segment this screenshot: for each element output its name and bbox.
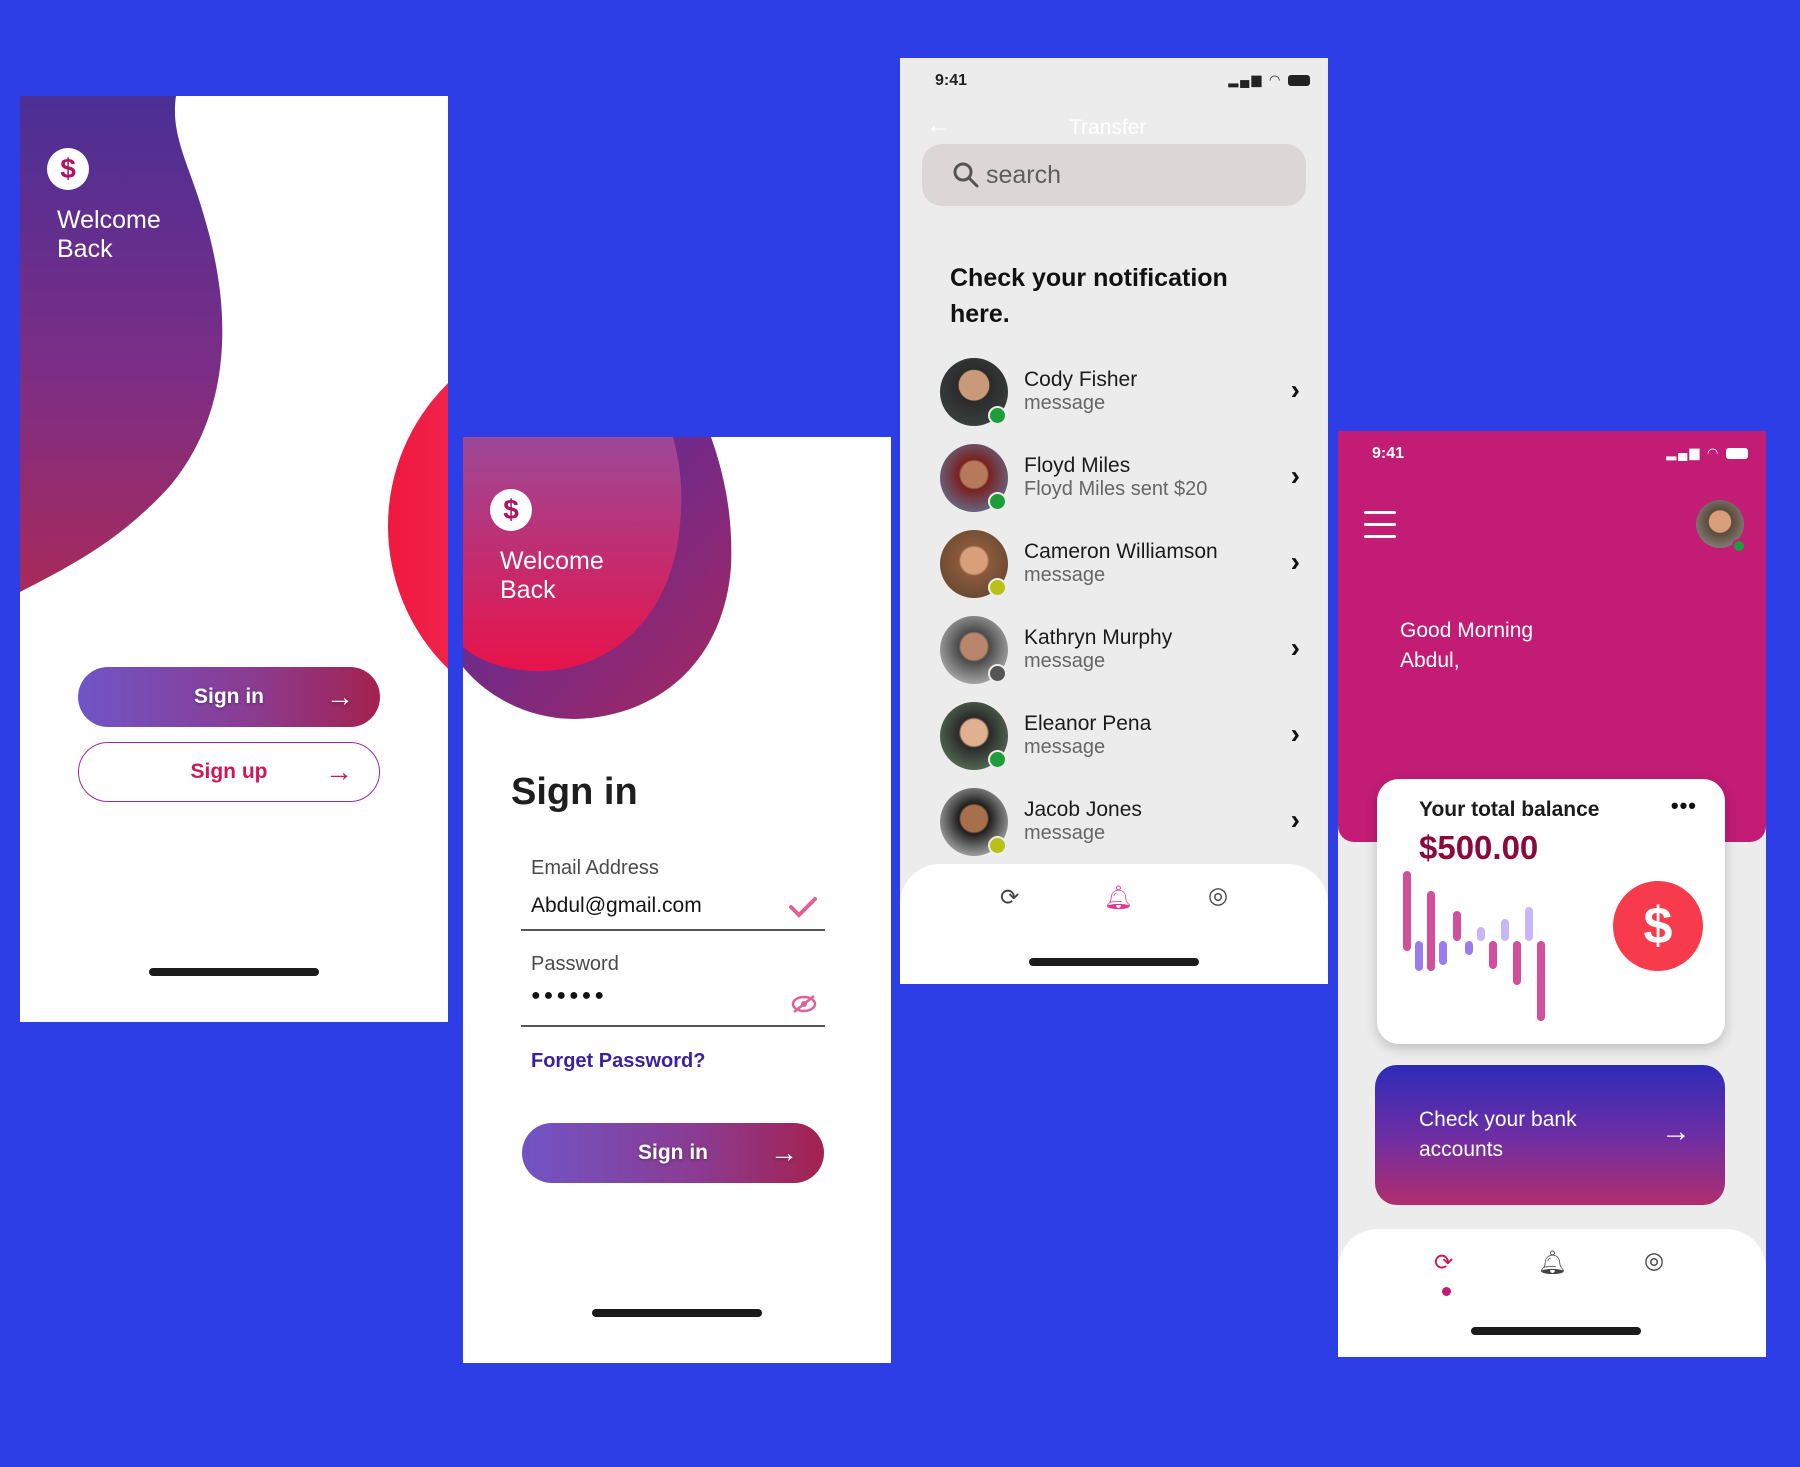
home-indicator	[592, 1309, 762, 1317]
notifications-tab-icon[interactable]: 🔔︎	[1104, 884, 1133, 911]
contact-name: Floyd Miles	[1024, 454, 1131, 477]
welcome-screen: $ Welcome Back Sign in → Sign up →	[20, 96, 448, 1022]
chevron-right-icon: ›	[1290, 632, 1300, 663]
sign-in-label: Sign in	[194, 685, 264, 708]
contact-message: Floyd Miles sent $20	[1024, 478, 1208, 500]
status-icons: ▂▄▆ ◠	[1666, 445, 1748, 461]
contact-name: Cody Fisher	[1024, 368, 1138, 391]
dashboard-screen: 9:41 ▂▄▆ ◠ Good Morning Abdul, Your tota…	[1338, 431, 1766, 1357]
online-status-dot	[988, 750, 1007, 769]
offline-status-dot	[988, 664, 1007, 683]
search-input[interactable]: search	[922, 144, 1306, 206]
status-time: 9:41	[935, 72, 968, 89]
online-status-dot	[988, 406, 1007, 425]
contact-message: message	[1024, 650, 1106, 672]
welcome-text: Welcome Back	[500, 547, 604, 604]
home-indicator	[149, 968, 319, 976]
notifications-screen: 9:41 ▂▄▆ ◠ ← Transfer search Check your …	[900, 58, 1328, 984]
email-field[interactable]: Abdul@gmail.com	[531, 894, 702, 918]
bottom-tab-bar: ⟳ 🔔︎ ◎	[900, 864, 1328, 984]
status-time: 9:41	[1372, 445, 1405, 462]
balance-card[interactable]: Your total balance $500.00 ••• $	[1377, 779, 1725, 1044]
chevron-right-icon: ›	[1290, 374, 1300, 405]
online-status-dot	[1732, 539, 1746, 553]
active-tab-dot	[1442, 1287, 1451, 1296]
password-field[interactable]: ●●●●●●	[531, 987, 607, 1005]
balance-value: $500.00	[1419, 829, 1539, 866]
contact-name: Jacob Jones	[1024, 798, 1142, 821]
more-options-icon[interactable]: •••	[1671, 793, 1697, 819]
contact-name: Eleanor Pena	[1024, 712, 1152, 735]
sign-in-screen: $ Welcome Back Sign in Email Address Abd…	[463, 437, 891, 1363]
contact-message: message	[1024, 392, 1106, 414]
away-status-dot	[988, 836, 1007, 855]
arrow-right-icon: →	[1661, 1115, 1691, 1148]
notifications-tab-icon[interactable]: 🔔︎	[1538, 1249, 1567, 1276]
arrow-right-icon: →	[325, 756, 353, 787]
menu-icon[interactable]	[1364, 511, 1396, 539]
away-status-dot	[988, 578, 1007, 597]
notification-row[interactable]: Eleanor Pena message ›	[940, 702, 1300, 774]
signal-icon: ▂▄▆	[1666, 445, 1702, 460]
greeting-text: Good Morning Abdul,	[1400, 619, 1534, 672]
dollar-coin-icon: $	[1613, 881, 1703, 971]
sign-up-label: Sign up	[190, 760, 268, 783]
contact-message: message	[1024, 736, 1106, 758]
arrow-right-icon: →	[326, 681, 354, 712]
bottom-tab-bar: ⟳ 🔔︎ ◎	[1338, 1229, 1766, 1357]
notification-row[interactable]: Cameron Williamson message ›	[940, 530, 1300, 602]
chevron-right-icon: ›	[1290, 546, 1300, 577]
notification-row[interactable]: Jacob Jones message ›	[940, 788, 1300, 860]
check-icon	[789, 897, 817, 918]
chevron-right-icon: ›	[1290, 460, 1300, 491]
notification-row[interactable]: Kathryn Murphy message ›	[940, 616, 1300, 688]
profile-tab-icon[interactable]: ◎	[1644, 1247, 1664, 1274]
status-icons: ▂▄▆ ◠	[1228, 72, 1310, 88]
battery-icon	[1726, 448, 1748, 460]
welcome-text: Welcome Back	[57, 206, 161, 263]
notification-title: Check your notification here.	[950, 264, 1228, 328]
sign-in-label: Sign in	[638, 1141, 708, 1164]
page-title: Sign in	[511, 771, 638, 813]
sign-in-button[interactable]: Sign in →	[522, 1123, 824, 1183]
eye-off-icon[interactable]	[791, 994, 817, 1014]
chevron-right-icon: ›	[1290, 718, 1300, 749]
home-indicator	[1029, 958, 1199, 966]
online-status-dot	[988, 492, 1007, 511]
profile-tab-icon[interactable]: ◎	[1208, 882, 1228, 909]
contact-name: Kathryn Murphy	[1024, 626, 1173, 649]
contact-name: Cameron Williamson	[1024, 540, 1218, 563]
balance-label: Your total balance	[1419, 798, 1600, 821]
home-indicator	[1471, 1327, 1641, 1335]
balance-sparkbars	[1403, 871, 1545, 1021]
contact-message: message	[1024, 822, 1106, 844]
transfer-tab-icon[interactable]: ⟳	[1000, 884, 1019, 911]
notification-row[interactable]: Floyd Miles Floyd Miles sent $20 ›	[940, 444, 1300, 516]
wifi-icon: ◠	[1269, 72, 1283, 87]
search-placeholder: search	[986, 160, 1062, 189]
bank-card-text: Check your bank accounts	[1419, 1108, 1577, 1161]
sign-up-button[interactable]: Sign up →	[78, 742, 380, 802]
password-label: Password	[531, 953, 619, 975]
sign-in-button[interactable]: Sign in →	[78, 667, 380, 727]
battery-icon	[1288, 75, 1310, 87]
check-bank-accounts-button[interactable]: Check your bank accounts →	[1375, 1065, 1725, 1205]
transfer-tab-icon[interactable]: ⟳	[1434, 1249, 1453, 1276]
forgot-password-link[interactable]: Forget Password?	[531, 1050, 705, 1073]
email-underline	[521, 929, 825, 931]
chevron-right-icon: ›	[1290, 804, 1300, 835]
contact-message: message	[1024, 564, 1106, 586]
search-icon	[953, 162, 979, 188]
back-arrow-icon[interactable]: ←	[926, 112, 950, 140]
password-underline	[521, 1025, 825, 1027]
email-label: Email Address	[531, 857, 659, 879]
arrow-right-icon: →	[770, 1137, 798, 1168]
notification-row[interactable]: Cody Fisher message ›	[940, 358, 1300, 430]
brand-logo-icon: $	[490, 489, 532, 531]
brand-logo-icon: $	[47, 148, 89, 190]
header-title: Transfer	[1069, 116, 1147, 139]
wifi-icon: ◠	[1707, 445, 1721, 460]
signal-icon: ▂▄▆	[1228, 72, 1264, 87]
